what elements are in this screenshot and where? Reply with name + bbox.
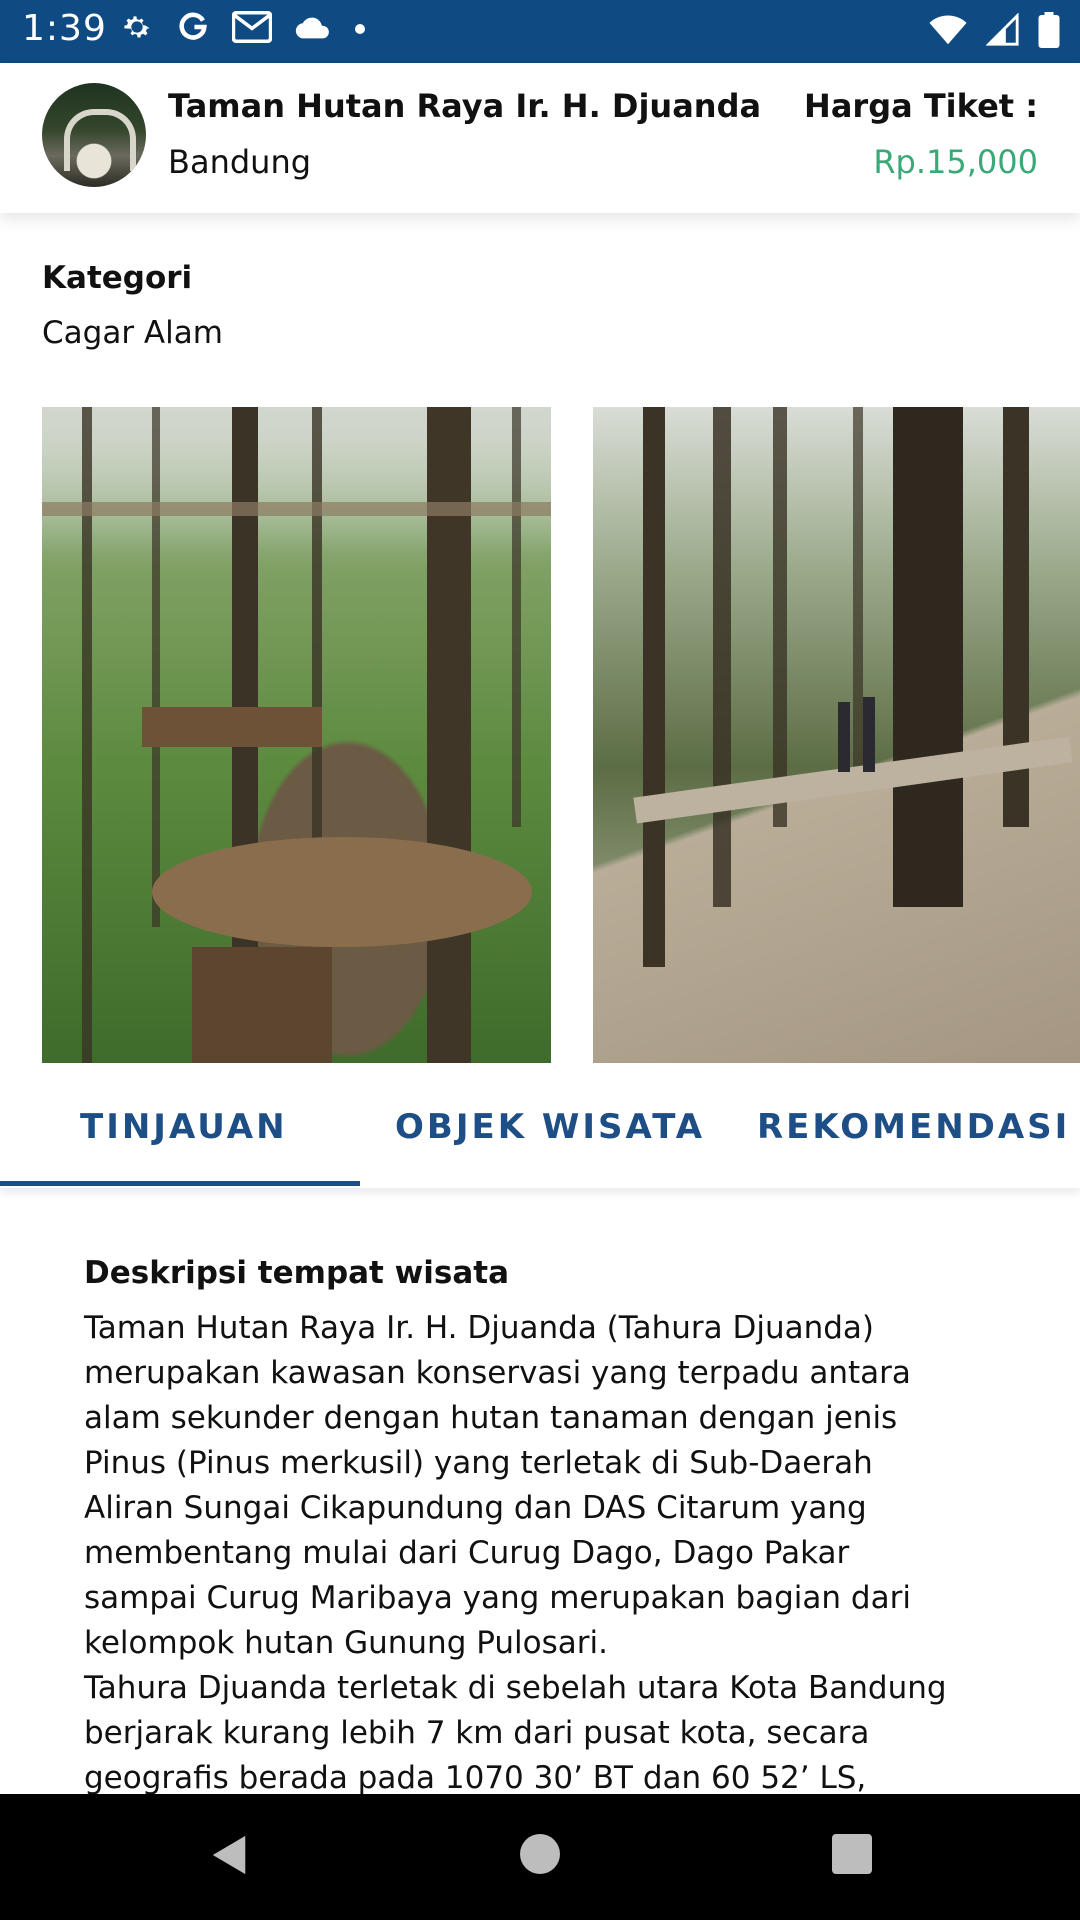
gear-icon — [120, 10, 154, 48]
overview-content[interactable]: Deskripsi tempat wisata Taman Hutan Raya… — [0, 1190, 1080, 1794]
gallery-photo[interactable] — [593, 407, 1080, 1063]
status-icons-left — [120, 10, 366, 48]
google-icon — [176, 10, 210, 48]
description-title: Deskripsi tempat wisata — [84, 1255, 510, 1291]
status-bar: 1:39 — [0, 0, 1080, 63]
status-time: 1:39 — [22, 8, 107, 49]
wifi-icon — [928, 14, 968, 50]
category-value: Cagar Alam — [42, 315, 223, 351]
back-icon[interactable] — [210, 1834, 250, 1880]
price-value: Rp.15,000 — [873, 143, 1038, 181]
tab-rekomendasi[interactable]: REKOMENDASI — [757, 1107, 1070, 1147]
gmail-icon — [231, 10, 273, 47]
battery-icon — [1038, 12, 1060, 52]
tab-tinjauan[interactable]: TINJAUAN — [80, 1107, 288, 1147]
dot-icon — [354, 20, 366, 39]
description-body: Taman Hutan Raya Ir. H. Djuanda (Tahura … — [84, 1310, 947, 1794]
category-label: Kategori — [42, 260, 193, 296]
cloud-icon — [294, 14, 332, 44]
gate-arch-graphic — [64, 109, 136, 171]
photo-gallery[interactable] — [0, 407, 1080, 1063]
place-title: Taman Hutan Raya Ir. H. Djuanda — [168, 87, 762, 125]
price-label: Harga Tiket : — [804, 87, 1038, 125]
status-icons-right — [928, 12, 1060, 52]
signal-icon — [985, 12, 1020, 51]
recent-apps-icon[interactable] — [832, 1834, 872, 1874]
home-icon[interactable] — [520, 1834, 560, 1874]
tab-objek-wisata[interactable]: OBJEK WISATA — [395, 1107, 705, 1147]
system-nav-bar — [0, 1794, 1080, 1920]
gallery-photo[interactable] — [42, 407, 551, 1063]
tab-bar: TINJAUAN OBJEK WISATA REKOMENDASI — [0, 1063, 1080, 1188]
place-avatar — [42, 83, 146, 187]
active-tab-indicator — [0, 1181, 360, 1186]
place-header: Taman Hutan Raya Ir. H. Djuanda Bandung … — [0, 63, 1080, 213]
place-city: Bandung — [168, 143, 312, 181]
